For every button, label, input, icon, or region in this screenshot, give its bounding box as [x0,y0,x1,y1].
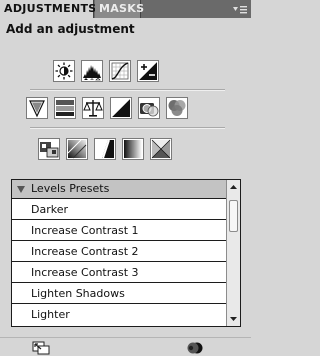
channel-mixer-icon[interactable] [166,97,188,119]
black-white-icon[interactable] [110,97,132,119]
preset-item[interactable]: Lighter [12,305,226,325]
panel-title: Add an adjustment [6,22,135,36]
levels-icon[interactable] [81,60,103,82]
layer-visibility-icon[interactable] [186,341,204,355]
scroll-down-arrow-icon[interactable] [227,314,240,324]
tab-adjustments[interactable]: ADJUSTMENTS [0,0,96,18]
gradient-map-icon[interactable] [122,138,144,160]
color-balance-icon[interactable] [82,97,104,119]
return-to-list-icon[interactable] [32,341,50,355]
selective-color-icon[interactable] [150,138,172,160]
preset-item[interactable]: Increase Contrast 3 [12,263,226,283]
curves-icon[interactable] [109,60,131,82]
panel-tab-bar: ADJUSTMENTS MASKS [0,0,251,18]
preset-item[interactable]: Increase Contrast 2 [12,242,226,262]
preset-item[interactable]: Lighten Shadows [12,284,226,304]
hue-saturation-icon[interactable] [54,97,76,119]
preset-item[interactable]: Darker [12,200,226,220]
photo-filter-icon[interactable] [138,97,160,119]
presets-list: Levels Presets Darker Increase Contrast … [11,179,241,327]
presets-group-label: Levels Presets [31,182,110,195]
preset-item[interactable]: Increase Contrast 1 [12,221,226,241]
invert-icon[interactable] [38,138,60,160]
posterize-icon[interactable] [66,138,88,160]
brightness-contrast-icon[interactable] [53,60,75,82]
scroll-up-arrow-icon[interactable] [227,182,240,192]
tab-masks[interactable]: MASKS [95,0,144,18]
presets-group-header[interactable]: Levels Presets [12,180,226,199]
presets-scrollbar[interactable] [226,180,240,326]
adjustment-row-divider [30,89,225,91]
vibrance-icon[interactable] [26,97,48,119]
panel-menu-icon[interactable] [232,5,248,15]
scroll-thumb[interactable] [229,200,238,232]
threshold-icon[interactable] [94,138,116,160]
panel-footer [0,337,251,356]
adjustment-row-divider [30,127,225,129]
exposure-icon[interactable] [137,60,159,82]
disclosure-triangle-icon[interactable] [16,185,26,194]
